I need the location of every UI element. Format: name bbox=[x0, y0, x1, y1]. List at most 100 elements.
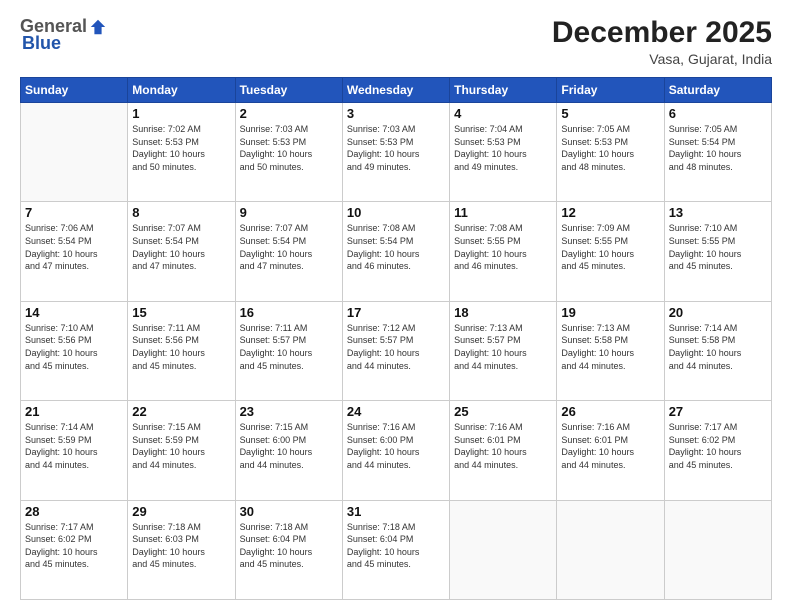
day-info: Sunrise: 7:11 AM Sunset: 5:57 PM Dayligh… bbox=[240, 322, 338, 372]
day-cell: 14 Sunrise: 7:10 AM Sunset: 5:56 PM Dayli… bbox=[21, 301, 128, 400]
day-number: 31 bbox=[347, 504, 445, 519]
col-wednesday: Wednesday bbox=[342, 78, 449, 103]
day-info: Sunrise: 7:13 AM Sunset: 5:58 PM Dayligh… bbox=[561, 322, 659, 372]
day-cell: 3 Sunrise: 7:03 AM Sunset: 5:53 PM Daylig… bbox=[342, 103, 449, 202]
calendar-table: Sunday Monday Tuesday Wednesday Thursday… bbox=[20, 77, 772, 600]
day-info: Sunrise: 7:08 AM Sunset: 5:54 PM Dayligh… bbox=[347, 222, 445, 272]
day-number: 4 bbox=[454, 106, 552, 121]
day-cell: 15 Sunrise: 7:11 AM Sunset: 5:56 PM Dayli… bbox=[128, 301, 235, 400]
day-number: 19 bbox=[561, 305, 659, 320]
day-cell: 20 Sunrise: 7:14 AM Sunset: 5:58 PM Dayli… bbox=[664, 301, 771, 400]
day-number: 27 bbox=[669, 404, 767, 419]
col-tuesday: Tuesday bbox=[235, 78, 342, 103]
day-number: 5 bbox=[561, 106, 659, 121]
day-info: Sunrise: 7:12 AM Sunset: 5:57 PM Dayligh… bbox=[347, 322, 445, 372]
day-info: Sunrise: 7:15 AM Sunset: 6:00 PM Dayligh… bbox=[240, 421, 338, 471]
day-info: Sunrise: 7:05 AM Sunset: 5:54 PM Dayligh… bbox=[669, 123, 767, 173]
day-cell: 4 Sunrise: 7:04 AM Sunset: 5:53 PM Daylig… bbox=[450, 103, 557, 202]
day-cell: 6 Sunrise: 7:05 AM Sunset: 5:54 PM Daylig… bbox=[664, 103, 771, 202]
day-cell: 12 Sunrise: 7:09 AM Sunset: 5:55 PM Dayli… bbox=[557, 202, 664, 301]
day-cell: 31 Sunrise: 7:18 AM Sunset: 6:04 PM Dayli… bbox=[342, 500, 449, 599]
logo-blue-text: Blue bbox=[22, 33, 61, 54]
day-number: 28 bbox=[25, 504, 123, 519]
day-number: 12 bbox=[561, 205, 659, 220]
header: General Blue December 2025 Vasa, Gujarat… bbox=[20, 16, 772, 67]
day-number: 17 bbox=[347, 305, 445, 320]
day-cell: 10 Sunrise: 7:08 AM Sunset: 5:54 PM Dayli… bbox=[342, 202, 449, 301]
day-number: 1 bbox=[132, 106, 230, 121]
day-cell: 22Sunrise: 7:15 AM Sunset: 5:59 PM Dayli… bbox=[128, 401, 235, 500]
day-cell bbox=[21, 103, 128, 202]
day-number: 20 bbox=[669, 305, 767, 320]
day-number: 6 bbox=[669, 106, 767, 121]
day-info: Sunrise: 7:18 AM Sunset: 6:03 PM Dayligh… bbox=[132, 521, 230, 571]
day-cell: 25 Sunrise: 7:16 AM Sunset: 6:01 PM Dayli… bbox=[450, 401, 557, 500]
day-info: Sunrise: 7:11 AM Sunset: 5:56 PM Dayligh… bbox=[132, 322, 230, 372]
day-info: Sunrise: 7:17 AM Sunset: 6:02 PM Dayligh… bbox=[669, 421, 767, 471]
day-info: Sunrise: 7:18 AM Sunset: 6:04 PM Dayligh… bbox=[347, 521, 445, 571]
day-info: Sunrise: 7:16 AM Sunset: 6:01 PM Dayligh… bbox=[561, 421, 659, 471]
day-number: 9 bbox=[240, 205, 338, 220]
day-info: Sunrise: 7:06 AM Sunset: 5:54 PM Dayligh… bbox=[25, 222, 123, 272]
day-info: Sunrise: 7:05 AM Sunset: 5:53 PM Dayligh… bbox=[561, 123, 659, 173]
col-monday: Monday bbox=[128, 78, 235, 103]
day-cell: 28 Sunrise: 7:17 AM Sunset: 6:02 PM Dayli… bbox=[21, 500, 128, 599]
day-info: Sunrise: 7:07 AM Sunset: 5:54 PM Dayligh… bbox=[240, 222, 338, 272]
day-cell: 8Sunrise: 7:07 AM Sunset: 5:54 PM Daylig… bbox=[128, 202, 235, 301]
day-number: 25 bbox=[454, 404, 552, 419]
day-info: Sunrise: 7:03 AM Sunset: 5:53 PM Dayligh… bbox=[240, 123, 338, 173]
day-info: Sunrise: 7:16 AM Sunset: 6:00 PM Dayligh… bbox=[347, 421, 445, 471]
col-friday: Friday bbox=[557, 78, 664, 103]
day-cell: 27 Sunrise: 7:17 AM Sunset: 6:02 PM Dayli… bbox=[664, 401, 771, 500]
main-title: December 2025 bbox=[552, 16, 772, 49]
day-info: Sunrise: 7:04 AM Sunset: 5:53 PM Dayligh… bbox=[454, 123, 552, 173]
day-cell: 5 Sunrise: 7:05 AM Sunset: 5:53 PM Daylig… bbox=[557, 103, 664, 202]
day-cell: 11 Sunrise: 7:08 AM Sunset: 5:55 PM Dayli… bbox=[450, 202, 557, 301]
day-cell: 26 Sunrise: 7:16 AM Sunset: 6:01 PM Dayli… bbox=[557, 401, 664, 500]
day-cell: 13 Sunrise: 7:10 AM Sunset: 5:55 PM Dayli… bbox=[664, 202, 771, 301]
day-cell: 9 Sunrise: 7:07 AM Sunset: 5:54 PM Daylig… bbox=[235, 202, 342, 301]
day-info: Sunrise: 7:13 AM Sunset: 5:57 PM Dayligh… bbox=[454, 322, 552, 372]
day-number: 11 bbox=[454, 205, 552, 220]
day-info: Sunrise: 7:14 AM Sunset: 5:58 PM Dayligh… bbox=[669, 322, 767, 372]
day-cell: 30 Sunrise: 7:18 AM Sunset: 6:04 PM Dayli… bbox=[235, 500, 342, 599]
day-info: Sunrise: 7:08 AM Sunset: 5:55 PM Dayligh… bbox=[454, 222, 552, 272]
day-info: Sunrise: 7:14 AM Sunset: 5:59 PM Dayligh… bbox=[25, 421, 123, 471]
day-number: 29 bbox=[132, 504, 230, 519]
day-info: Sunrise: 7:07 AM Sunset: 5:54 PM Dayligh… bbox=[132, 222, 230, 272]
day-cell bbox=[450, 500, 557, 599]
day-number: 21 bbox=[25, 404, 123, 419]
day-number: 15 bbox=[132, 305, 230, 320]
day-info: Sunrise: 7:03 AM Sunset: 5:53 PM Dayligh… bbox=[347, 123, 445, 173]
day-number: 30 bbox=[240, 504, 338, 519]
day-cell: 1Sunrise: 7:02 AM Sunset: 5:53 PM Daylig… bbox=[128, 103, 235, 202]
day-cell: 24Sunrise: 7:16 AM Sunset: 6:00 PM Dayli… bbox=[342, 401, 449, 500]
week-row-2: 14 Sunrise: 7:10 AM Sunset: 5:56 PM Dayli… bbox=[21, 301, 772, 400]
col-saturday: Saturday bbox=[664, 78, 771, 103]
day-number: 16 bbox=[240, 305, 338, 320]
col-thursday: Thursday bbox=[450, 78, 557, 103]
day-info: Sunrise: 7:10 AM Sunset: 5:55 PM Dayligh… bbox=[669, 222, 767, 272]
day-number: 13 bbox=[669, 205, 767, 220]
day-info: Sunrise: 7:10 AM Sunset: 5:56 PM Dayligh… bbox=[25, 322, 123, 372]
day-number: 14 bbox=[25, 305, 123, 320]
day-number: 10 bbox=[347, 205, 445, 220]
day-cell: 23Sunrise: 7:15 AM Sunset: 6:00 PM Dayli… bbox=[235, 401, 342, 500]
day-cell: 29 Sunrise: 7:18 AM Sunset: 6:03 PM Dayli… bbox=[128, 500, 235, 599]
day-info: Sunrise: 7:09 AM Sunset: 5:55 PM Dayligh… bbox=[561, 222, 659, 272]
day-cell: 17 Sunrise: 7:12 AM Sunset: 5:57 PM Dayli… bbox=[342, 301, 449, 400]
day-info: Sunrise: 7:16 AM Sunset: 6:01 PM Dayligh… bbox=[454, 421, 552, 471]
day-info: Sunrise: 7:17 AM Sunset: 6:02 PM Dayligh… bbox=[25, 521, 123, 571]
sub-title: Vasa, Gujarat, India bbox=[552, 51, 772, 67]
day-cell: 18Sunrise: 7:13 AM Sunset: 5:57 PM Dayli… bbox=[450, 301, 557, 400]
day-number: 26 bbox=[561, 404, 659, 419]
day-cell: 16 Sunrise: 7:11 AM Sunset: 5:57 PM Dayli… bbox=[235, 301, 342, 400]
day-cell bbox=[557, 500, 664, 599]
day-info: Sunrise: 7:18 AM Sunset: 6:04 PM Dayligh… bbox=[240, 521, 338, 571]
day-number: 3 bbox=[347, 106, 445, 121]
week-row-0: 1Sunrise: 7:02 AM Sunset: 5:53 PM Daylig… bbox=[21, 103, 772, 202]
week-row-1: 7Sunrise: 7:06 AM Sunset: 5:54 PM Daylig… bbox=[21, 202, 772, 301]
day-cell: 21 Sunrise: 7:14 AM Sunset: 5:59 PM Dayli… bbox=[21, 401, 128, 500]
day-cell bbox=[664, 500, 771, 599]
day-number: 2 bbox=[240, 106, 338, 121]
